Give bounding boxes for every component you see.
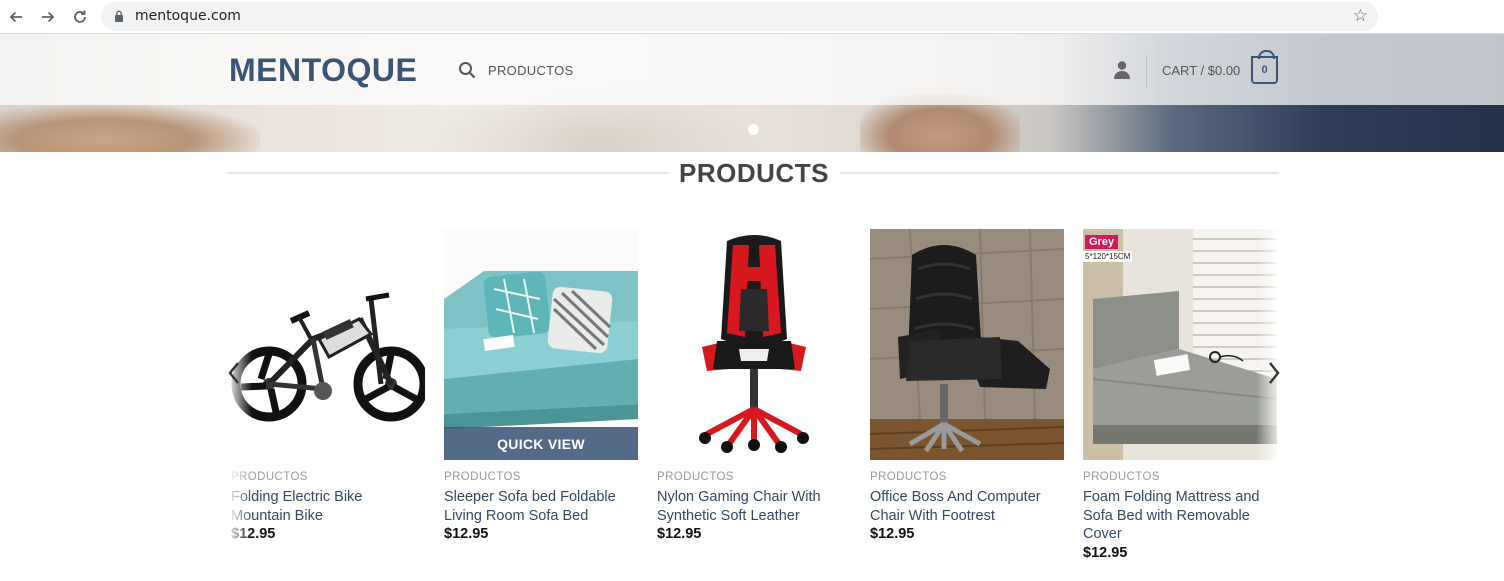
site-header [0,34,1504,105]
cart-bag-icon[interactable]: 0 [1251,50,1278,84]
header-divider [1146,55,1147,87]
product-category[interactable]: PRODUCTOS [444,471,638,483]
address-bar[interactable]: mentoque.com ☆ [101,2,1378,31]
arrow-right-icon [42,11,55,23]
reload-button[interactable] [68,5,92,29]
product-category[interactable]: PRODUCTOS [1083,471,1277,483]
arrow-left-icon [9,11,22,23]
product-name[interactable]: Office Boss And Computer Chair With Foot… [870,488,1064,525]
product-name[interactable]: Sleeper Sofa bed Foldable Living Room So… [444,488,638,525]
product-image[interactable] [870,229,1064,460]
chevron-left-icon[interactable] [226,360,242,386]
product-category[interactable]: PRODUCTOS [231,471,425,483]
user-icon[interactable] [1113,60,1131,79]
product-name[interactable]: Foam Folding Mattress and Sofa Bed with … [1083,488,1277,544]
product-card[interactable]: PRODUCTOS Office Boss And Computer Chair… [870,229,1064,542]
mattress-image [1083,229,1277,460]
star-icon[interactable]: ☆ [1353,6,1368,26]
quick-view-button[interactable]: QUICK VIEW [444,427,638,460]
slider-dot[interactable] [748,124,759,135]
product-price: $12.95 [231,526,276,542]
product-price: $12.95 [444,526,489,542]
search-icon[interactable] [458,61,476,79]
section-divider-left [228,172,668,174]
sofa-image [444,229,638,460]
product-image[interactable]: QUICK VIEW [444,229,638,460]
office-chair-image [870,229,1064,460]
section-divider-right [840,172,1279,174]
bike-image [231,292,425,422]
product-card[interactable]: QUICK VIEW PRODUCTOS Sleeper Sofa bed Fo… [444,229,638,542]
product-price: $12.95 [1083,544,1128,561]
product-image[interactable] [231,229,425,460]
nav-productos-link[interactable]: PRODUCTOS [488,63,574,78]
back-button[interactable] [4,5,28,29]
dimension-label: 5*120*15CM [1083,251,1133,262]
product-image[interactable] [657,229,851,460]
browser-toolbar: mentoque.com ☆ [0,0,1504,34]
forward-button[interactable] [36,5,60,29]
product-card[interactable]: Grey 5*120*15CM PRODUCTOS Foam Folding M… [1083,229,1277,561]
product-category[interactable]: PRODUCTOS [657,471,851,483]
section-title: PRODUCTS [679,158,829,188]
lock-icon [115,10,123,22]
product-price: $12.95 [657,526,702,542]
product-image[interactable]: Grey 5*120*15CM [1083,229,1277,460]
color-badge: Grey [1085,235,1119,249]
cart-count: 0 [1261,64,1268,76]
product-card[interactable]: PRODUCTOS Nylon Gaming Chair With Synthe… [657,229,851,542]
gaming-chair-image [699,235,809,453]
product-category[interactable]: PRODUCTOS [870,471,1064,483]
product-name[interactable]: Nylon Gaming Chair With Synthetic Soft L… [657,488,851,525]
product-price: $12.95 [870,526,915,542]
product-card[interactable]: PRODUCTOS Folding Electric Bike Mountain… [231,229,425,542]
reload-icon [74,10,86,23]
product-name[interactable]: Folding Electric Bike Mountain Bike [231,488,425,525]
site-logo[interactable]: MENTOQUE [229,52,417,89]
url-text[interactable]: mentoque.com [135,8,241,24]
cart-link[interactable]: CART / $0.00 [1162,63,1240,78]
chevron-right-icon[interactable] [1266,360,1282,386]
